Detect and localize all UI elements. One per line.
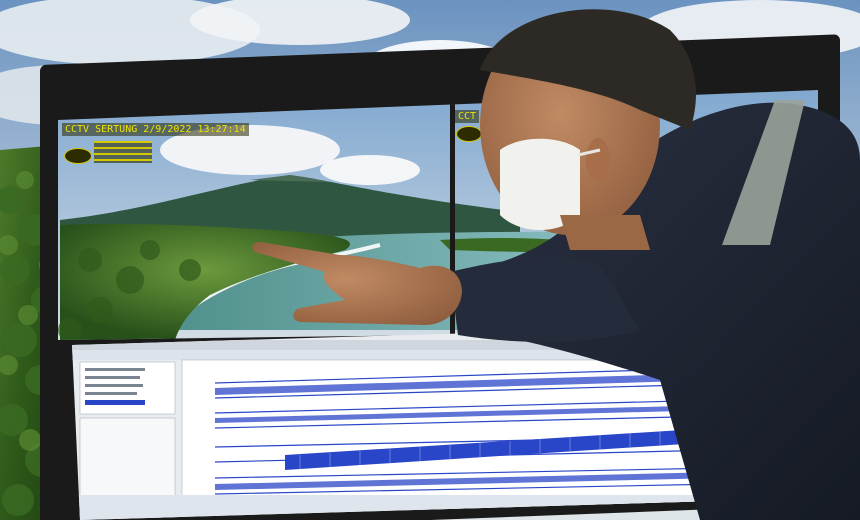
person [252,9,860,520]
photo-scene: CCTV SERTUNG 2/9/2022 13:27:14 CCT [0,0,860,520]
